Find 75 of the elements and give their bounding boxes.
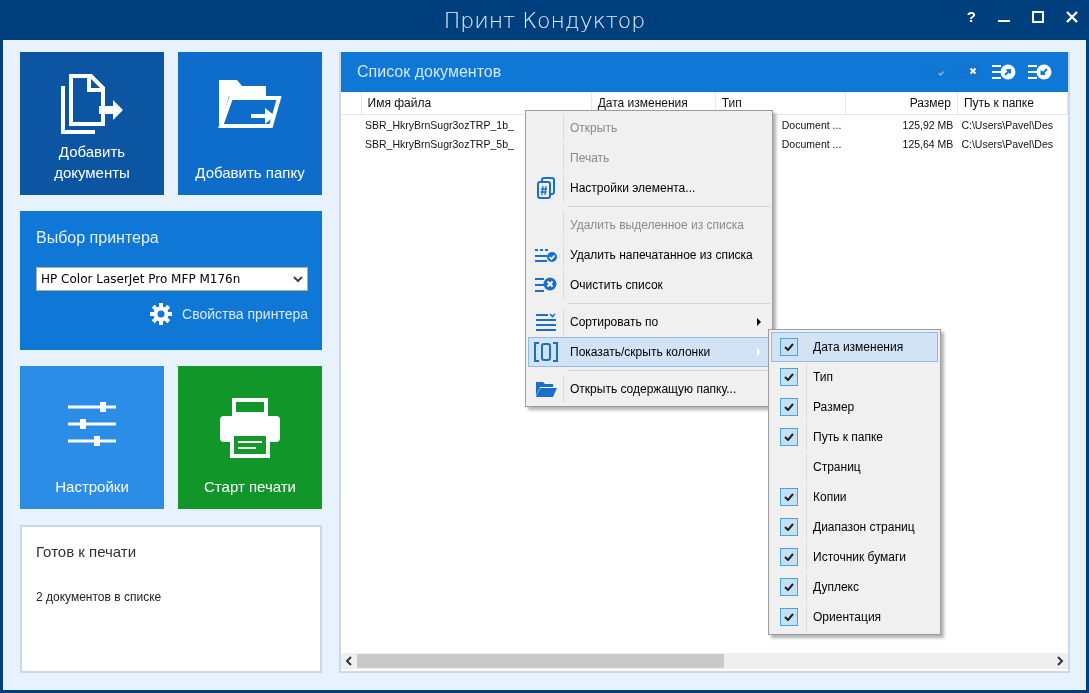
column-header[interactable]: Размер: [845, 92, 958, 115]
checkmark-icon: [784, 613, 794, 621]
table-cell: Document ...: [781, 137, 842, 150]
columns-icon: [534, 342, 558, 362]
menu-item[interactable]: Путь к папке: [771, 422, 938, 452]
list-check-icon: [535, 247, 557, 263]
checkbox[interactable]: [780, 578, 798, 596]
clear-list-button[interactable]: [958, 63, 980, 81]
checkmark-icon: [784, 523, 794, 531]
menu-item[interactable]: Тип: [771, 362, 938, 392]
menu-item[interactable]: Очистить список: [528, 270, 770, 300]
checkbox[interactable]: [780, 488, 798, 506]
table-cell: SBR_HkryBrnSugr3ozTRP_5b_: [365, 137, 514, 150]
chevron-down-icon: [293, 275, 303, 283]
checkmark-icon: [784, 553, 794, 561]
list-arrow-out-icon: [992, 63, 1016, 81]
checkbox[interactable]: [780, 548, 798, 566]
menu-item[interactable]: Ориентация: [771, 602, 938, 632]
import-list-button[interactable]: [1028, 63, 1052, 81]
status-text: 2 документов в списке: [36, 590, 163, 604]
printer-title: Выбор принтера: [36, 229, 160, 247]
document-hash-icon: [536, 177, 556, 199]
printer-icon: [218, 398, 282, 458]
list-clear-icon: [535, 276, 557, 294]
horizontal-scrollbar[interactable]: [341, 653, 1068, 669]
checkbox[interactable]: [780, 338, 798, 356]
close-icon[interactable]: [1066, 10, 1078, 23]
menu-item[interactable]: Копии: [771, 482, 938, 512]
menu-item[interactable]: Удалить напечатанное из списка: [528, 240, 770, 270]
menu-item[interactable]: Диапазон страниц: [771, 512, 938, 542]
menu-item[interactable]: Источник бумаги: [771, 542, 938, 572]
menu-item[interactable]: Дуплекс: [771, 572, 938, 602]
table-cell: 125,92 MB: [902, 118, 954, 131]
menu-item[interactable]: Показать/скрыть колонки: [528, 337, 770, 367]
checkmark-icon: [784, 433, 794, 441]
table-cell: C:\Users\Pavel\Des: [961, 137, 1053, 150]
menu-item[interactable]: Дата изменения: [771, 332, 938, 362]
checkbox[interactable]: [780, 368, 798, 386]
checkmark-icon: [784, 373, 794, 381]
checkmark-icon: [784, 583, 794, 591]
checkmark-icon: [784, 493, 794, 501]
menu-item[interactable]: Сортировать по: [528, 307, 770, 337]
folder-icon: [535, 380, 557, 398]
table-cell: C:\Users\Pavel\Des: [961, 118, 1053, 131]
menu-item[interactable]: Размер: [771, 392, 938, 422]
document-list-title: Список документов: [357, 63, 502, 81]
export-list-button[interactable]: [992, 63, 1016, 81]
table-cell: 125,64 MB: [902, 137, 954, 150]
printer-properties-link[interactable]: Свойства принтера: [150, 303, 308, 325]
window-title: Принт Кондуктор: [443, 7, 646, 33]
add-folder-tile[interactable]: Добавить папку: [178, 52, 322, 195]
list-sort-icon: [536, 313, 556, 331]
start-print-tile[interactable]: Старт печати: [178, 366, 322, 509]
list-arrow-in-icon: [1028, 63, 1052, 81]
column-header[interactable]: Путь к папке: [957, 92, 1068, 115]
checkbox[interactable]: [780, 518, 798, 536]
add-documents-tile[interactable]: Добавить документы: [20, 52, 164, 195]
checkbox[interactable]: [780, 398, 798, 416]
printer-dropdown[interactable]: HP Color LaserJet Pro MFP M176n: [36, 267, 308, 291]
menu-item[interactable]: Страниц: [771, 452, 938, 482]
list-clear-icon: [958, 63, 980, 81]
checkbox[interactable]: [780, 428, 798, 446]
gear-icon: [150, 303, 173, 325]
checkbox[interactable]: [780, 608, 798, 626]
sliders-icon: [66, 402, 118, 446]
list-check-icon: [924, 63, 946, 79]
menu-item[interactable]: Настройки элемента...: [528, 173, 770, 203]
checkmark-icon: [784, 403, 794, 411]
table-cell: SBR_HkryBrnSugr3ozTRP_1b_: [365, 118, 514, 131]
maximize-icon[interactable]: [1032, 10, 1044, 23]
table-cell: Document ...: [781, 118, 842, 131]
status-title: Готов к печати: [36, 543, 138, 560]
documents-icon: [59, 74, 125, 136]
checkmark-icon: [784, 343, 794, 351]
help-button[interactable]: ?: [966, 8, 976, 25]
